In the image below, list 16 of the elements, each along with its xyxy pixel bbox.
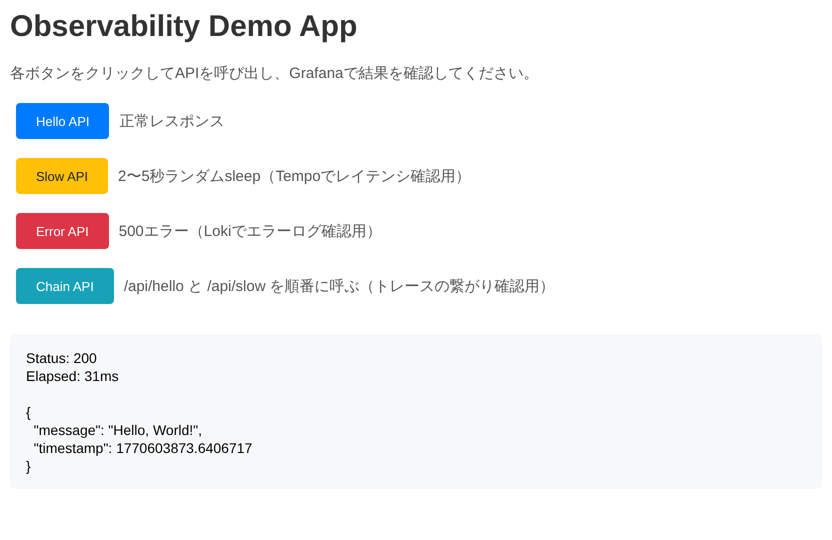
- intro-text: 各ボタンをクリックしてAPIを呼び出し、Grafanaで結果を確認してください。: [10, 64, 540, 83]
- api-description: /api/hello と /api/slow を順番に呼ぶ（トレースの繋がり確認用）: [124, 276, 555, 296]
- api-description: 500エラー（Lokiでエラーログ確認用）: [118, 222, 382, 240]
- response-line: }: [26, 457, 32, 475]
- api-button[interactable]: Error API: [16, 213, 109, 249]
- response-line: Status: 200: [26, 349, 98, 367]
- api-button[interactable]: Slow API: [16, 158, 108, 194]
- api-button[interactable]: Hello API: [16, 103, 110, 139]
- page-title: Observability Demo App: [10, 10, 358, 44]
- api-description: 2〜5秒ランダムsleep（Tempoでレイテンシ確認用）: [118, 166, 471, 186]
- response-line: Elapsed: 31ms: [26, 367, 120, 385]
- response-line: "message": "Hello, World!",: [32, 421, 204, 439]
- api-description: 正常レスポンス: [119, 112, 224, 130]
- response-line: {: [26, 403, 32, 421]
- api-button[interactable]: Chain API: [16, 268, 114, 304]
- response-line: "timestamp": 1770603873.6406717: [32, 439, 254, 457]
